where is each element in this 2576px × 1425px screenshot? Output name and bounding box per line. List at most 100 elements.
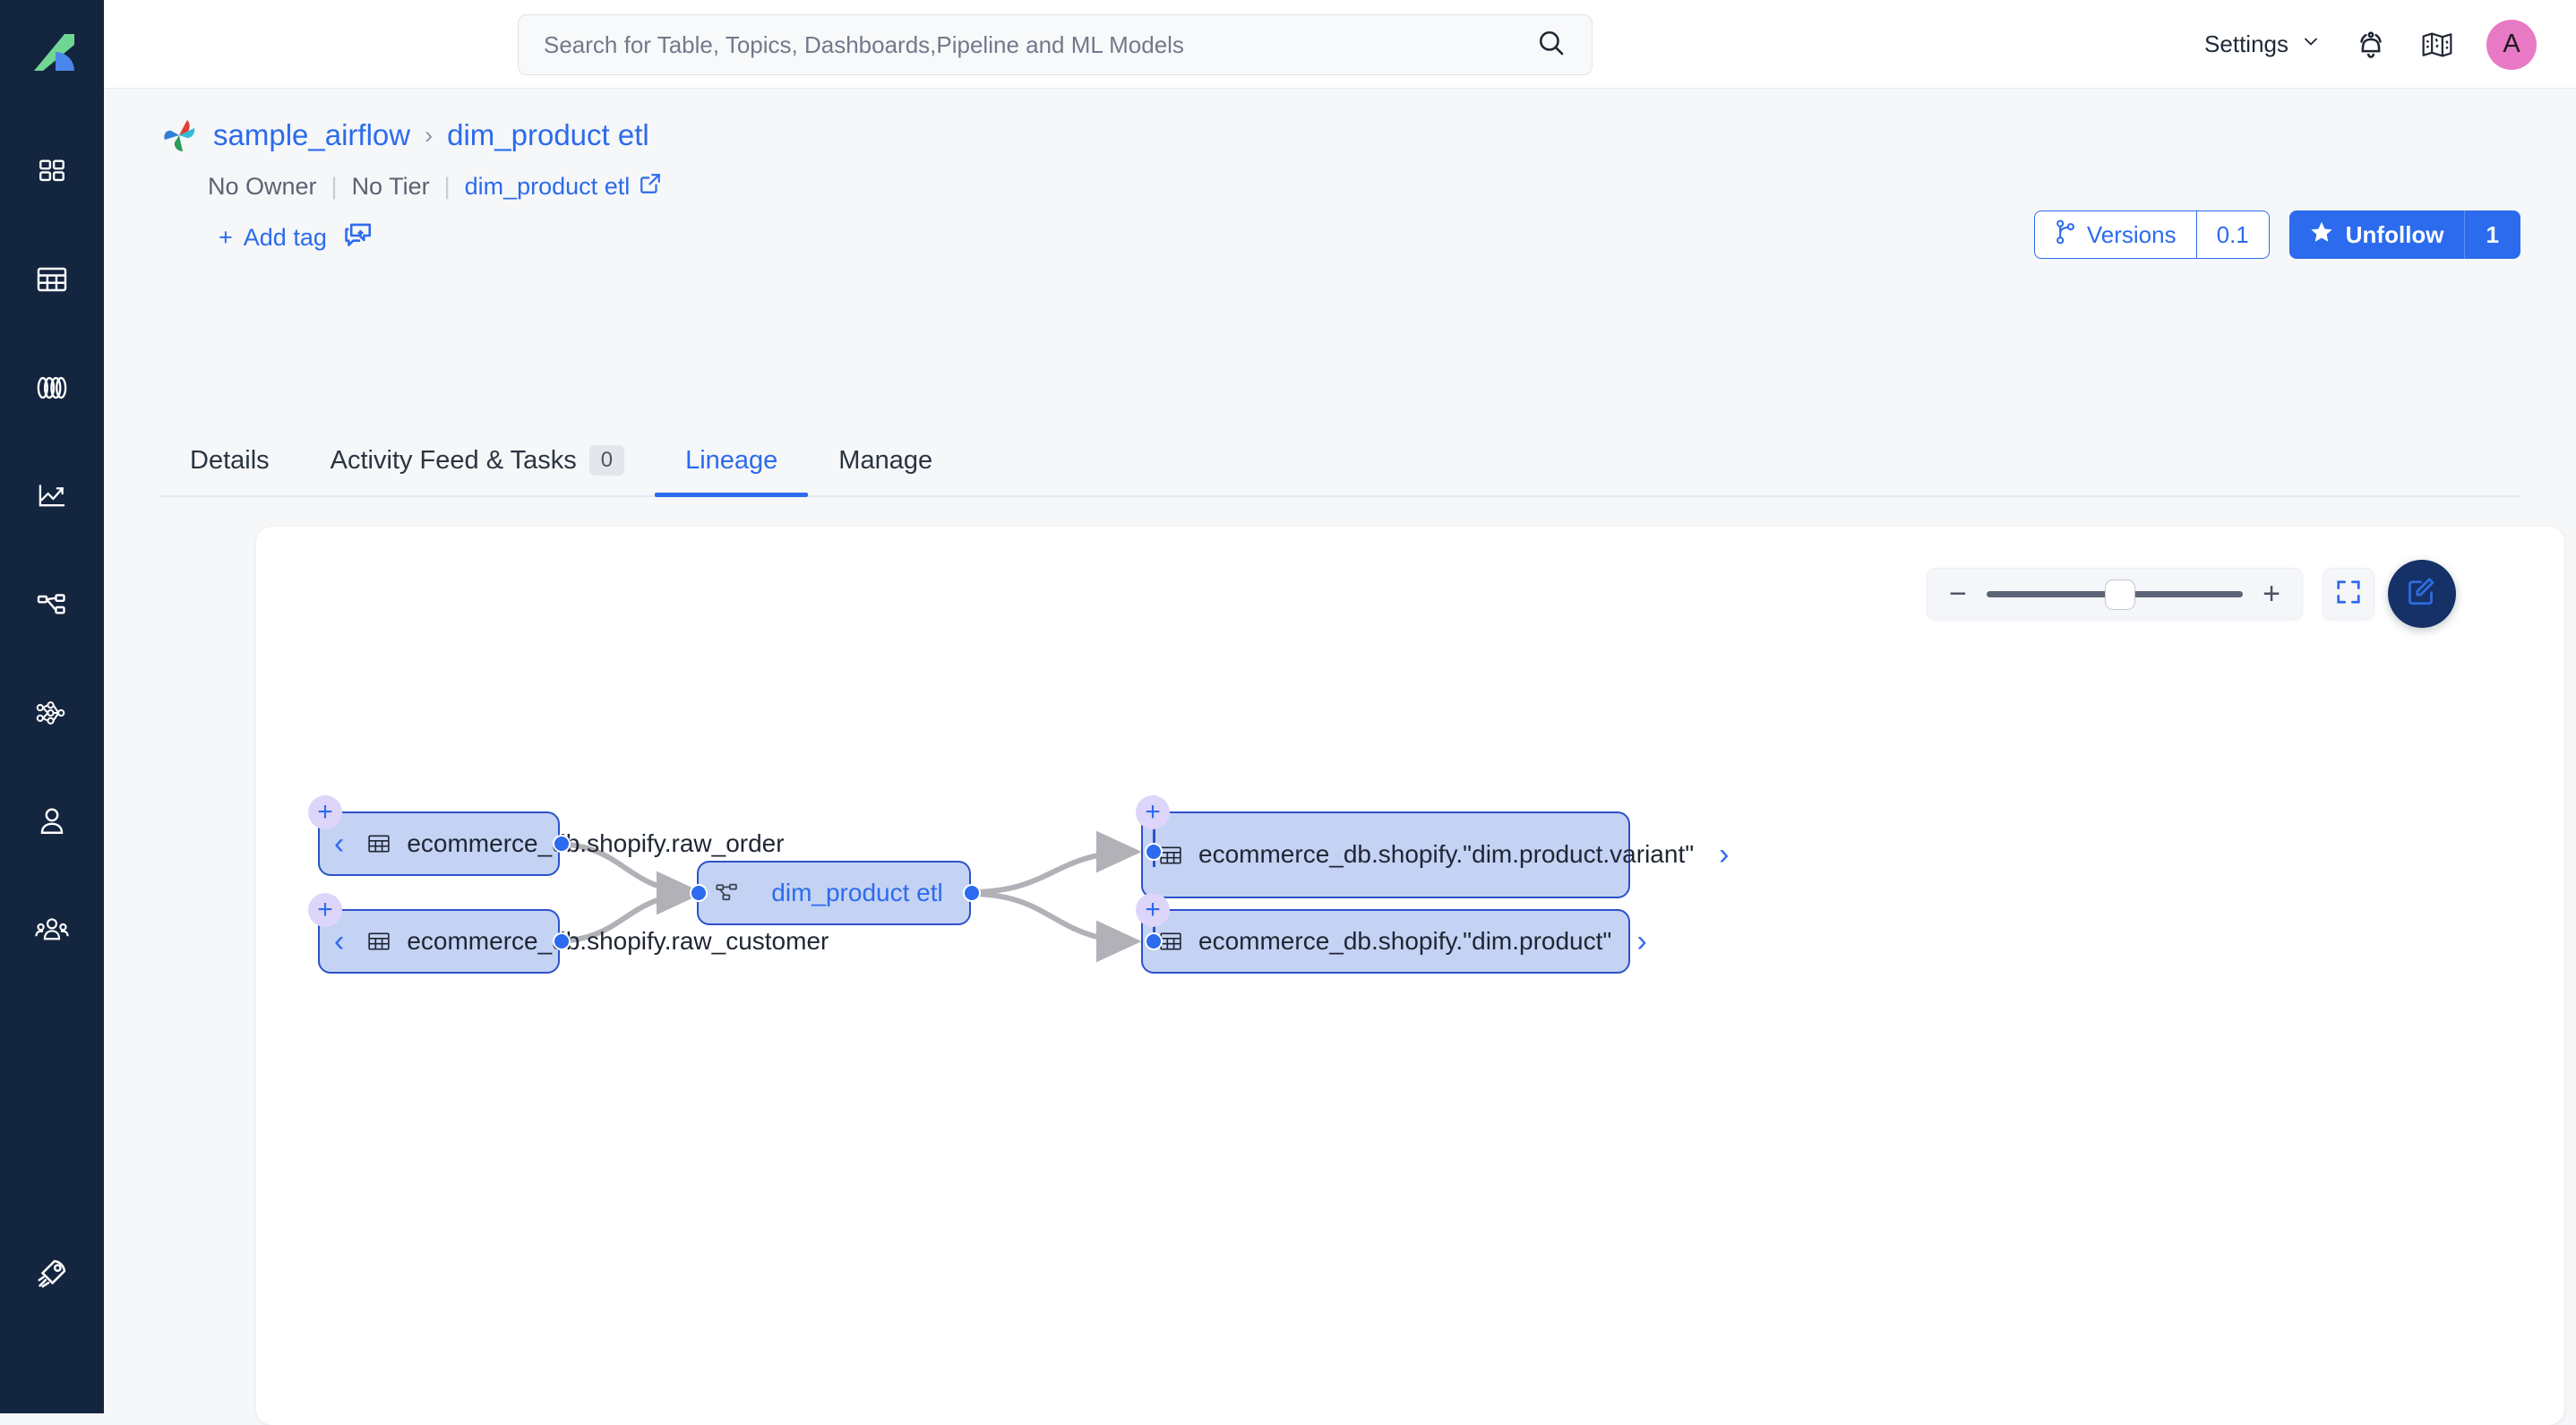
sidebar-item-tables[interactable] xyxy=(22,250,82,309)
breadcrumb-current[interactable]: dim_product etl xyxy=(447,118,649,152)
versions-text: Versions xyxy=(2087,221,2177,249)
search-input[interactable] xyxy=(544,31,1536,59)
sidebar-item-teams[interactable] xyxy=(22,900,82,959)
versions-button[interactable]: Versions 0.1 xyxy=(2034,210,2270,259)
settings-label: Settings xyxy=(2204,30,2288,58)
node-expand-right-chevron-icon[interactable]: › xyxy=(1704,837,1743,872)
lineage-node-dim-product-etl[interactable]: dim_product etl xyxy=(697,861,971,925)
lineage-node-label: ecommerce_db.shopify."dim.product.varian… xyxy=(1188,838,1704,871)
sidebar-item-databases[interactable] xyxy=(22,358,82,417)
add-tag-label: Add tag xyxy=(244,224,327,252)
avatar[interactable]: A xyxy=(2486,20,2537,70)
left-sidebar xyxy=(0,0,104,1413)
app-logo-icon[interactable] xyxy=(22,20,82,79)
breadcrumb-service[interactable]: sample_airflow xyxy=(213,118,410,152)
ml-model-icon xyxy=(35,700,69,726)
tab-lineage[interactable]: Lineage xyxy=(655,446,808,495)
node-port-out-raw-order[interactable] xyxy=(553,835,571,853)
versions-count: 0.1 xyxy=(2196,211,2269,258)
tier-label: No Tier xyxy=(352,173,430,201)
add-tag-plus: + xyxy=(219,224,233,252)
lineage-node-dim-product-variant[interactable]: ecommerce_db.shopify."dim.product.varian… xyxy=(1141,811,1630,898)
zoom-out-button[interactable]: − xyxy=(1949,579,1967,609)
entity-actions: Versions 0.1 Unfollow 1 xyxy=(2034,210,2520,259)
unfollow-label-group: Unfollow xyxy=(2289,210,2464,259)
plus-icon: + xyxy=(1145,799,1161,826)
external-link-icon xyxy=(639,172,662,202)
entity-external-link[interactable]: dim_product etl xyxy=(465,172,663,202)
meta-divider-2: | xyxy=(444,173,451,201)
node-port-in-variant[interactable] xyxy=(1145,843,1163,861)
plus-icon: + xyxy=(1145,897,1161,923)
tab-details[interactable]: Details xyxy=(159,446,300,495)
teams-icon xyxy=(35,916,69,943)
tab-manage[interactable]: Manage xyxy=(808,446,963,495)
node-expand-right-chevron-icon[interactable]: › xyxy=(1622,924,1661,959)
sidebar-item-pipelines[interactable] xyxy=(22,575,82,634)
chevron-down-icon xyxy=(2300,30,2322,58)
lineage-canvas[interactable]: ‹ ecommerce_db.shopify.raw_order + ‹ xyxy=(256,527,2564,1425)
node-port-out-raw-customer[interactable] xyxy=(553,932,571,950)
lineage-edges xyxy=(256,527,2564,1425)
node-expand-left-chevron-icon[interactable]: ‹ xyxy=(320,827,358,862)
plus-icon: + xyxy=(317,897,333,923)
lineage-node-label: ecommerce_db.shopify.raw_order xyxy=(396,828,794,860)
add-tag-button[interactable]: + Add tag xyxy=(219,224,327,252)
entity-tabs: Details Activity Feed & Tasks 0 Lineage … xyxy=(159,424,2520,497)
bell-icon[interactable] xyxy=(2354,28,2388,62)
zoom-control-panel: − + xyxy=(1927,568,2303,620)
sidebar-item-analytics[interactable] xyxy=(22,467,82,526)
edit-lineage-button[interactable] xyxy=(2388,560,2456,628)
zoom-slider[interactable] xyxy=(1987,591,2243,597)
table-icon xyxy=(36,264,68,295)
database-icon xyxy=(35,373,69,402)
sidebar-item-dashboard[interactable] xyxy=(22,142,82,201)
node-port-in-pipeline[interactable] xyxy=(690,884,708,902)
sidebar-item-whats-new[interactable] xyxy=(22,1244,82,1303)
lineage-node-dim-product[interactable]: ecommerce_db.shopify."dim.product" › xyxy=(1141,909,1630,974)
search-icon[interactable] xyxy=(1536,28,1567,63)
tag-comment-icon[interactable] xyxy=(343,221,374,254)
expand-downstream-badge-product[interactable]: + xyxy=(1136,893,1170,927)
table-icon xyxy=(358,931,396,952)
expand-upstream-badge-raw-customer[interactable]: + xyxy=(308,893,342,927)
search-bar[interactable] xyxy=(518,14,1593,75)
user-icon xyxy=(38,806,66,837)
grid-icon xyxy=(37,156,67,186)
page-content: sample_airflow › dim_product etl No Owne… xyxy=(104,89,2576,1413)
node-port-in-product[interactable] xyxy=(1145,932,1163,950)
tab-activity-feed-badge: 0 xyxy=(589,445,624,476)
unfollow-button[interactable]: Unfollow 1 xyxy=(2289,210,2520,259)
airflow-logo-icon xyxy=(159,116,199,155)
expand-upstream-badge-raw-order[interactable]: + xyxy=(308,795,342,829)
zoom-in-button[interactable]: + xyxy=(2263,579,2280,609)
lineage-node-label: ecommerce_db.shopify.raw_customer xyxy=(396,925,839,957)
table-icon xyxy=(358,833,396,854)
star-icon xyxy=(2309,219,2334,251)
rocket-icon xyxy=(35,1257,69,1291)
breadcrumb-separator: › xyxy=(425,122,433,150)
fullscreen-button[interactable] xyxy=(2323,568,2374,620)
entity-meta-row: No Owner | No Tier | dim_product etl xyxy=(208,172,2520,202)
lineage-node-label: dim_product etl xyxy=(745,877,969,909)
versions-label-group: Versions xyxy=(2035,211,2196,258)
tab-details-label: Details xyxy=(190,446,270,476)
sidebar-item-users[interactable] xyxy=(22,792,82,851)
fullscreen-icon xyxy=(2335,579,2362,610)
breadcrumb: sample_airflow › dim_product etl xyxy=(159,116,2520,155)
expand-downstream-badge-variant[interactable]: + xyxy=(1136,795,1170,829)
pipeline-icon xyxy=(36,591,68,618)
map-icon[interactable] xyxy=(2420,30,2454,60)
tab-activity-feed[interactable]: Activity Feed & Tasks 0 xyxy=(300,445,655,495)
top-bar: Settings A xyxy=(104,0,2576,89)
topbar-actions: Settings A xyxy=(2204,0,2537,89)
meta-divider-1: | xyxy=(331,173,338,201)
node-expand-left-chevron-icon[interactable]: ‹ xyxy=(320,924,358,959)
edit-pencil-icon xyxy=(2406,576,2438,613)
lineage-node-raw-order[interactable]: ‹ ecommerce_db.shopify.raw_order xyxy=(318,811,560,876)
lineage-node-raw-customer[interactable]: ‹ ecommerce_db.shopify.raw_customer xyxy=(318,909,560,974)
settings-menu[interactable]: Settings xyxy=(2204,30,2322,58)
zoom-slider-thumb[interactable] xyxy=(2105,579,2135,610)
sidebar-item-ml-models[interactable] xyxy=(22,683,82,743)
node-port-out-pipeline[interactable] xyxy=(963,884,981,902)
